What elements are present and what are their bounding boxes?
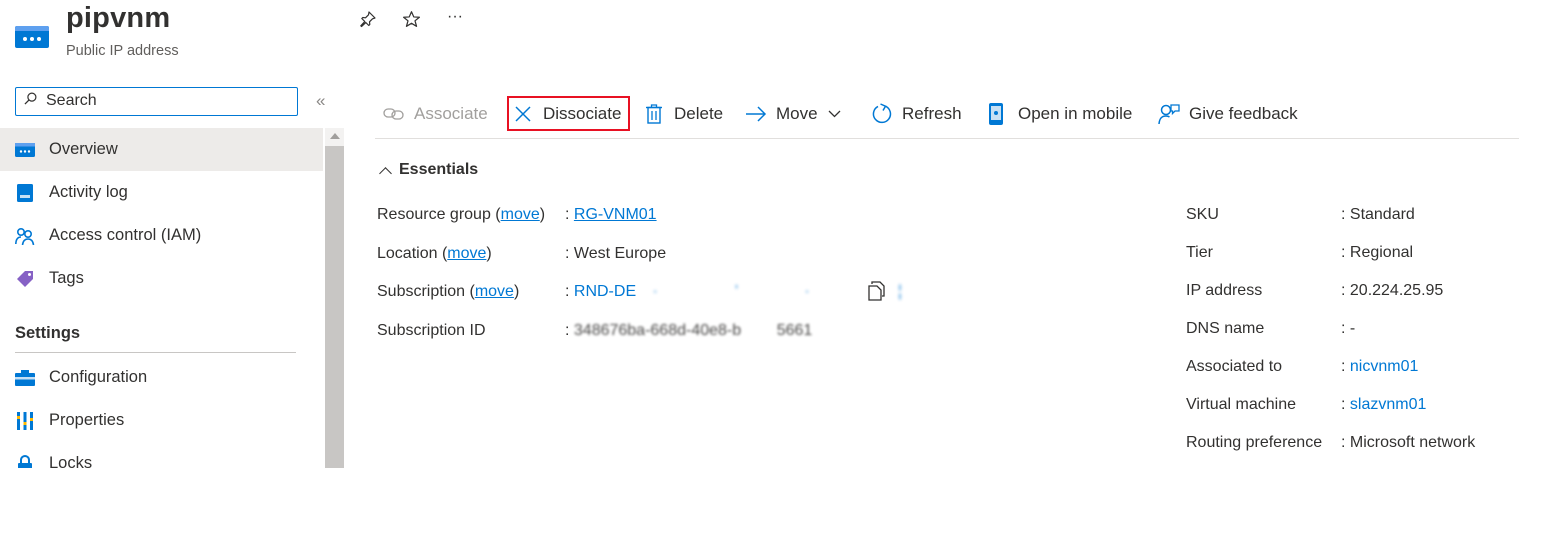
toolbar-divider (375, 138, 1519, 139)
settings-section-header: Settings (15, 324, 81, 342)
open-in-mobile-label: Open in mobile (1018, 104, 1133, 123)
subscription-id-label: Subscription ID (377, 322, 486, 339)
associate-button[interactable]: Associate (383, 97, 488, 131)
subscription-id-value: : 348676ba-668d-40e8-b 5661 (565, 322, 813, 339)
sidebar-item-tags[interactable]: Tags (0, 257, 323, 300)
sku-value: : Standard (1341, 206, 1415, 223)
ip-address-label: IP address (1186, 282, 1263, 299)
mobile-icon (985, 103, 1007, 125)
ip-address-value: : 20.224.25.95 (1341, 282, 1444, 299)
associated-to-label: Associated to (1186, 358, 1283, 375)
tier-label: Tier (1186, 244, 1213, 261)
sidebar-item-label: Activity log (49, 183, 128, 201)
page-title: pipvnm (66, 2, 171, 34)
associated-to-value: : nicvnm01 (1341, 358, 1419, 375)
sidebar-scrollbar-thumb[interactable] (325, 146, 344, 468)
sidebar-item-access-control[interactable]: Access control (IAM) (0, 214, 323, 257)
link-icon (383, 103, 405, 125)
sidebar-item-label: Access control (IAM) (49, 226, 202, 244)
dissociate-button[interactable]: Dissociate (512, 97, 621, 131)
delete-button[interactable]: Delete (643, 97, 723, 131)
subscription-link[interactable]: RND-DE (574, 283, 636, 300)
arrow-right-icon (745, 103, 767, 125)
chevron-up-icon (379, 166, 392, 180)
virtual-machine-link[interactable]: slazvnm01 (1350, 396, 1426, 413)
chevron-down-icon (828, 110, 841, 118)
open-in-mobile-button[interactable]: Open in mobile (985, 97, 1132, 131)
search-box[interactable] (15, 87, 298, 116)
move-label: Move (776, 104, 818, 123)
subscription-label: Subscription (move) (377, 283, 520, 300)
configuration-icon (15, 368, 35, 388)
resource-group-link[interactable]: RG-VNM01 (574, 206, 657, 223)
sidebar-item-properties[interactable]: Properties (0, 399, 323, 442)
activity-log-icon (15, 183, 35, 203)
refresh-button[interactable]: Refresh (871, 97, 962, 131)
collapse-sidebar-button[interactable]: « (316, 91, 325, 111)
sku-label: SKU (1186, 206, 1219, 223)
move-button[interactable]: Move (745, 97, 841, 131)
sidebar-item-label: Tags (49, 269, 84, 287)
move-link[interactable]: move (475, 283, 514, 300)
sidebar-item-activity-log[interactable]: Activity log (0, 171, 323, 214)
refresh-label: Refresh (902, 104, 962, 123)
scroll-up-arrow[interactable] (330, 133, 340, 139)
virtual-machine-value: : slazvnm01 (1341, 396, 1427, 413)
essentials-toggle[interactable]: Essentials (378, 161, 479, 180)
sidebar-item-label: Configuration (49, 368, 148, 386)
move-link[interactable]: move (501, 206, 540, 223)
refresh-icon (871, 103, 893, 125)
pin-icon[interactable] (359, 10, 377, 33)
dns-name-label: DNS name (1186, 320, 1265, 337)
resource-group-label: Resource group (move) (377, 206, 546, 223)
sidebar-item-label: Overview (49, 140, 118, 158)
essentials-header: Essentials (399, 161, 479, 178)
routing-preference-label: Routing preference (1186, 434, 1323, 451)
search-input[interactable] (46, 90, 286, 112)
sidebar-clip (0, 468, 345, 537)
associate-label: Associate (414, 104, 488, 123)
trash-icon (643, 103, 665, 125)
sidebar-item-overview[interactable]: Overview (0, 128, 323, 171)
redacted-text: · ' · ¦ (636, 283, 904, 300)
section-divider (15, 352, 296, 353)
virtual-machine-label: Virtual machine (1186, 396, 1296, 413)
routing-preference-value: : Microsoft network (1341, 434, 1476, 451)
dns-name-value: : - (1341, 320, 1356, 337)
iam-people-icon (15, 226, 35, 246)
page-subtitle: Public IP address (66, 43, 179, 59)
give-feedback-button[interactable]: Give feedback (1158, 97, 1298, 131)
ellipsis-icon[interactable]: ··· (447, 8, 463, 26)
tier-value: : Regional (1341, 244, 1414, 261)
public-ip-icon (15, 26, 49, 48)
search-icon (24, 92, 37, 105)
feedback-icon (1158, 103, 1180, 125)
subscription-value: : RND-DE · ' · ¦ (565, 283, 904, 300)
overview-icon (15, 140, 35, 160)
resource-group-value: : RG-VNM01 (565, 206, 657, 223)
dissociate-label: Dissociate (543, 104, 622, 123)
star-icon[interactable] (402, 10, 421, 34)
sidebar-item-label: Properties (49, 411, 125, 429)
sidebar-item-configuration[interactable]: Configuration (0, 356, 323, 399)
location-label: Location (move) (377, 245, 492, 262)
give-feedback-label: Give feedback (1189, 104, 1298, 123)
tag-icon (15, 269, 35, 289)
location-value: : West Europe (565, 245, 667, 262)
move-link[interactable]: move (447, 245, 486, 262)
associated-to-link[interactable]: nicvnm01 (1350, 358, 1418, 375)
close-icon (512, 103, 534, 125)
copy-icon[interactable] (867, 281, 887, 301)
properties-icon (15, 411, 35, 431)
delete-label: Delete (674, 104, 724, 123)
